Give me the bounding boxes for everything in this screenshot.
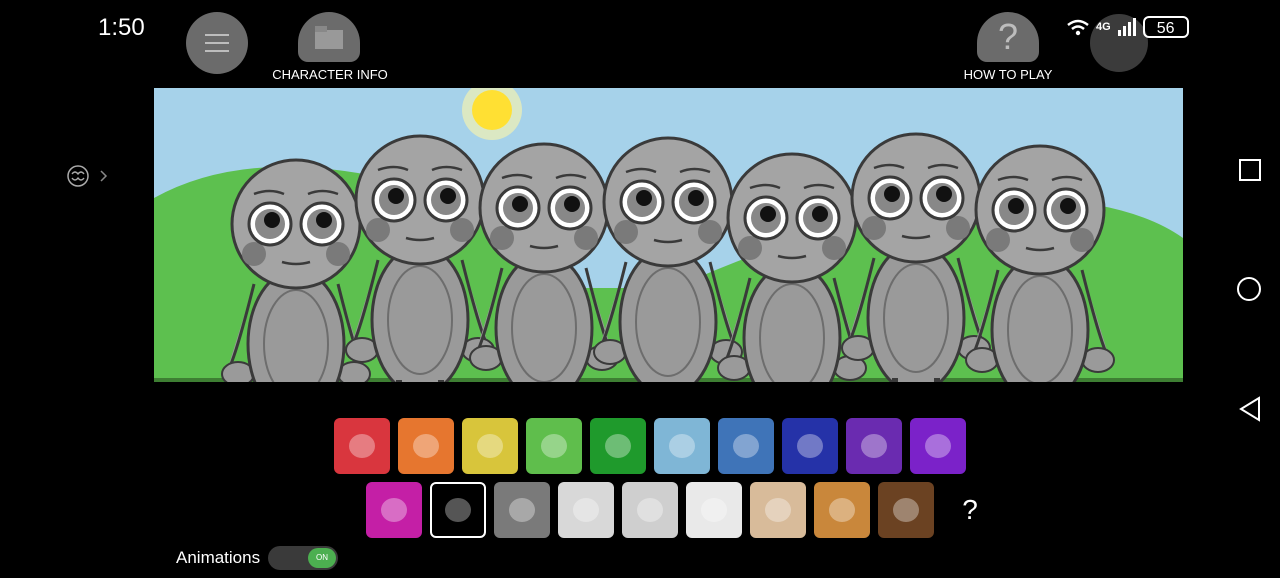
tan-bread-icon	[829, 498, 855, 522]
palette-beige-horn-button[interactable]	[750, 482, 806, 538]
green-hand-icon	[605, 434, 631, 458]
folder-icon	[315, 26, 343, 49]
network-type: 4G	[1096, 21, 1111, 33]
fern-leaf-icon	[637, 498, 663, 522]
chevron-right-icon	[100, 170, 108, 182]
rainbow-flower-icon	[701, 498, 727, 522]
wifi-icon	[1067, 19, 1089, 36]
palette-brown-paw-button[interactable]	[878, 482, 934, 538]
animations-label: Animations	[176, 548, 261, 567]
palette-white-shell-button[interactable]	[558, 482, 614, 538]
magenta-card-icon	[381, 498, 407, 522]
red-apple-icon	[349, 434, 375, 458]
palette-yellow-honeycomb-button[interactable]	[462, 418, 518, 474]
home-icon[interactable]	[1236, 276, 1262, 302]
back-icon[interactable]	[1238, 396, 1262, 422]
green-hat-icon	[541, 434, 567, 458]
game-stage[interactable]	[154, 88, 1183, 382]
palette-orange-paw-button[interactable]	[398, 418, 454, 474]
palette-green-hand-button[interactable]	[590, 418, 646, 474]
palette-rainbow-flower-button[interactable]	[686, 482, 742, 538]
palette-row-top	[334, 418, 966, 474]
palette-black-crystal-button[interactable]	[430, 482, 486, 538]
beige-horn-icon	[765, 498, 791, 522]
orange-paw-icon	[413, 434, 439, 458]
palette-violet-feather-button[interactable]	[910, 418, 966, 474]
scene	[154, 88, 1183, 382]
white-shell-icon	[573, 498, 599, 522]
character-info-button[interactable]	[298, 12, 360, 62]
gray-paw-icon	[509, 498, 535, 522]
recent-apps-icon[interactable]	[1238, 158, 1262, 182]
darkblue-flame-icon	[797, 434, 823, 458]
palette-row-bottom: ?	[366, 482, 998, 538]
svg-text:?: ?	[998, 17, 1018, 57]
how-to-play-button[interactable]: ?	[977, 12, 1039, 62]
purple-swirl-icon	[861, 434, 887, 458]
character-info-label[interactable]: CHARACTER INFO	[270, 67, 390, 82]
palette-lightblue-fan-button[interactable]	[654, 418, 710, 474]
palette-mystery-button[interactable]: ?	[942, 482, 998, 538]
lightblue-fan-icon	[669, 434, 695, 458]
palette-magenta-card-button[interactable]	[366, 482, 422, 538]
palette-purple-swirl-button[interactable]	[846, 418, 902, 474]
palette-fern-leaf-button[interactable]	[622, 482, 678, 538]
how-to-play-label[interactable]: HOW TO PLAY	[948, 67, 1068, 82]
palette-red-apple-button[interactable]	[334, 418, 390, 474]
menu-icon	[205, 34, 229, 52]
brain-icon	[67, 165, 89, 187]
violet-feather-icon	[925, 434, 951, 458]
blue-leaf-icon	[733, 434, 759, 458]
palette-tan-bread-button[interactable]	[814, 482, 870, 538]
status-icons: 4G 56	[1066, 16, 1189, 38]
question-icon: ?	[998, 17, 1018, 57]
palette-green-hat-button[interactable]	[526, 418, 582, 474]
palette-darkblue-flame-button[interactable]	[782, 418, 838, 474]
clock: 1:50	[98, 14, 145, 41]
brown-paw-icon	[893, 498, 919, 522]
palette-blue-leaf-button[interactable]	[718, 418, 774, 474]
black-crystal-icon	[445, 498, 471, 522]
palette-label: ?	[962, 494, 978, 525]
menu-button[interactable]	[186, 12, 248, 74]
signal-icon	[1117, 18, 1136, 36]
toggle-knob: ON	[308, 548, 336, 568]
animations-toggle[interactable]: ON	[268, 546, 338, 570]
yellow-honeycomb-icon	[477, 434, 503, 458]
palette-gray-paw-button[interactable]	[494, 482, 550, 538]
battery-icon: 56	[1142, 16, 1189, 38]
side-panel-toggle[interactable]	[66, 164, 108, 188]
